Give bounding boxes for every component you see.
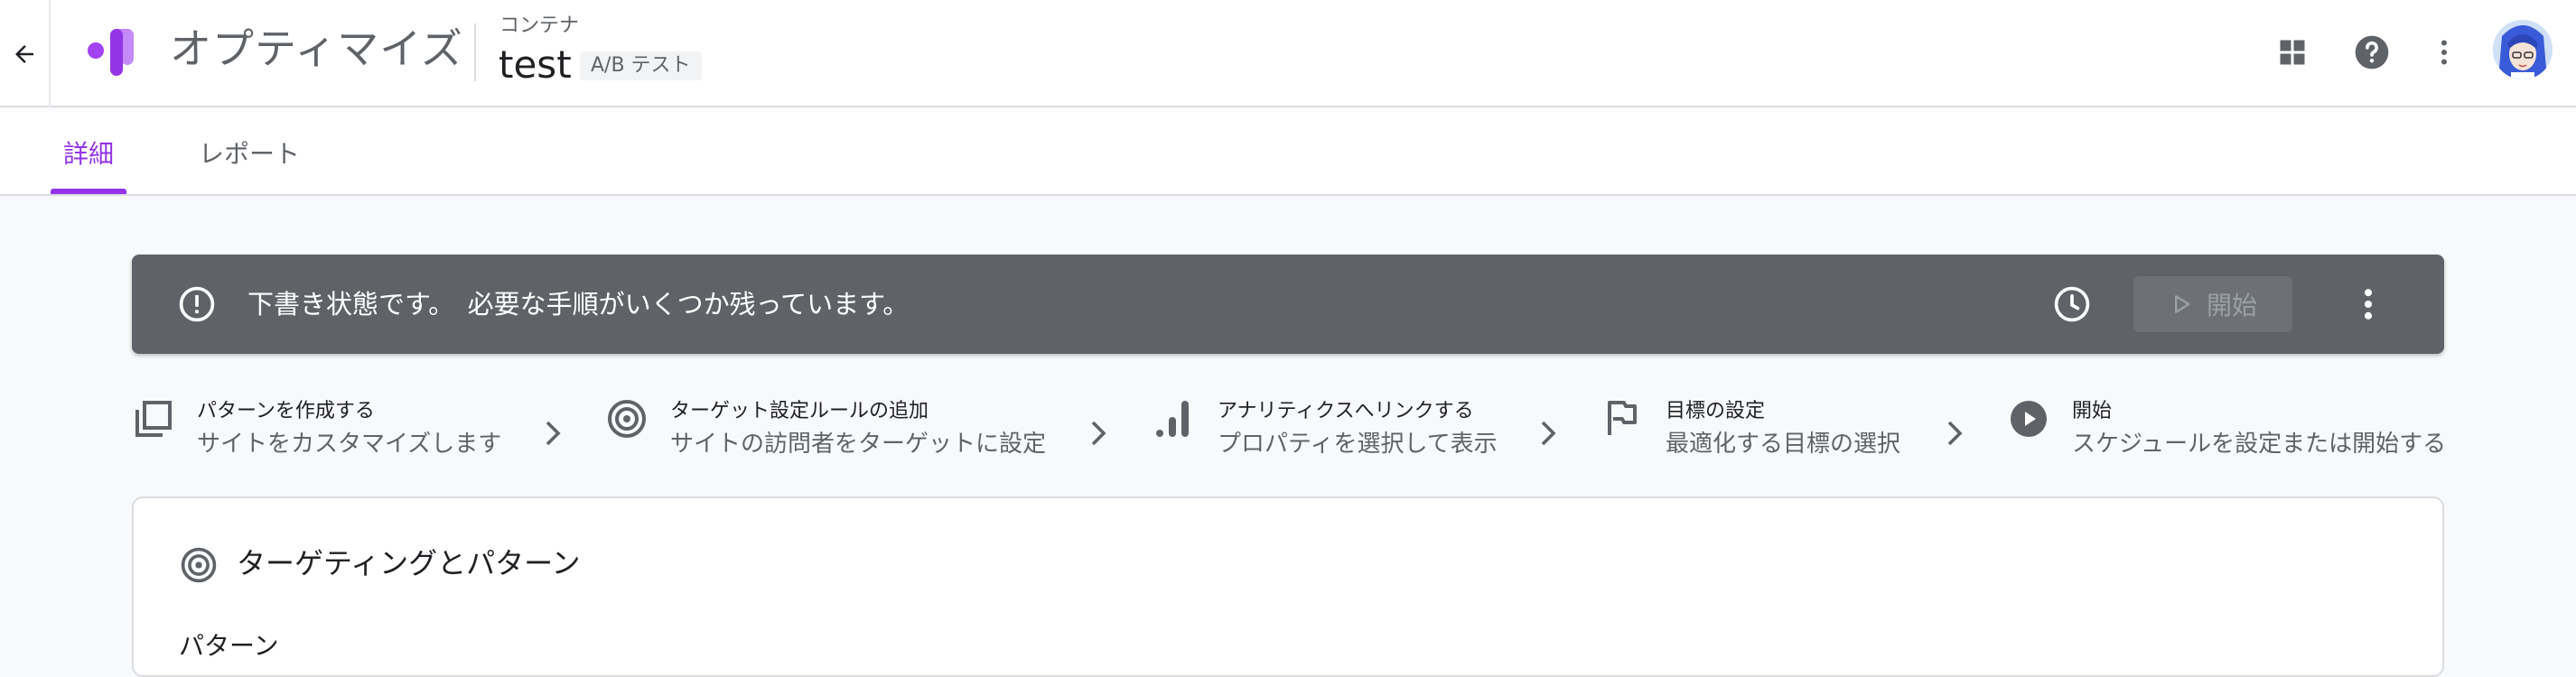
card-title: ターゲティングとパターン <box>237 546 581 580</box>
step-title: 開始 <box>2072 400 2113 422</box>
tab-bar: 詳細 レポート <box>0 109 2576 196</box>
step-subtitle: スケジュールを設定または開始する <box>2072 431 2447 458</box>
optimize-logo-icon <box>88 29 134 76</box>
step-subtitle: サイトの訪問者をターゲットに設定 <box>670 431 1047 458</box>
chevron-right-icon <box>1947 421 1963 446</box>
tab-reports[interactable]: レポート <box>190 109 309 196</box>
schedule-clock-icon[interactable] <box>2052 284 2092 324</box>
active-tab-indicator <box>51 189 126 194</box>
chevron-right-icon <box>1091 421 1106 446</box>
chevron-right-icon <box>1541 421 1556 446</box>
container-label: コンテナ <box>499 14 580 37</box>
target-icon <box>181 547 217 583</box>
step-title: パターンを作成する <box>197 400 375 422</box>
tab-details[interactable]: 詳細 <box>51 109 126 196</box>
app-name: オプティマイズ <box>170 24 463 73</box>
arrow-back-icon <box>15 44 33 63</box>
start-button-label: 開始 <box>2206 291 2257 320</box>
flag-icon <box>1608 401 1637 435</box>
step-subtitle: 最適化する目標の選択 <box>1666 431 1901 458</box>
variants-icon <box>135 401 172 437</box>
help-icon <box>2355 35 2389 70</box>
step-title: 目標の設定 <box>1666 400 1766 422</box>
draft-status-banner: 下書き状態です。 必要な手順がいくつか残っています。 開始 <box>132 255 2444 354</box>
start-button[interactable]: 開始 <box>2133 276 2292 332</box>
banner-message: 下書き状態です。 必要な手順がいくつか残っています。 <box>247 289 910 320</box>
top-app-bar: オプティマイズ コンテナ test A/B テスト <box>0 0 2576 107</box>
more-options-button[interactable] <box>2419 27 2469 78</box>
user-avatar-icon <box>2493 20 2553 79</box>
help-button[interactable] <box>2347 27 2397 78</box>
back-button[interactable] <box>0 0 51 107</box>
step-subtitle: プロパティを選択して表示 <box>1218 431 1498 458</box>
experience-type-badge: A/B テスト <box>580 51 702 80</box>
play-icon <box>2174 295 2190 313</box>
step-subtitle: サイトをカスタマイズします <box>197 431 502 458</box>
play-circle-icon <box>2011 401 2047 437</box>
target-icon <box>608 400 646 438</box>
apps-grid-icon <box>2280 40 2305 65</box>
more-vert-icon <box>2441 40 2447 65</box>
experience-name: test <box>499 42 572 87</box>
account-avatar[interactable] <box>2493 20 2553 79</box>
variants-section-label: パターン <box>179 631 279 661</box>
analytics-icon <box>1156 401 1189 437</box>
chevron-right-icon <box>546 421 561 446</box>
step-title: ターゲット設定ルールの追加 <box>670 400 929 422</box>
apps-button[interactable] <box>2267 27 2318 78</box>
more-vert-icon[interactable] <box>2348 284 2388 324</box>
step-title: アナリティクスへリンクする <box>1218 400 1474 422</box>
alert-circle-icon <box>179 286 215 322</box>
targeting-variants-card: ターゲティングとパターン パターン <box>132 496 2444 677</box>
appbar-divider <box>474 23 476 81</box>
